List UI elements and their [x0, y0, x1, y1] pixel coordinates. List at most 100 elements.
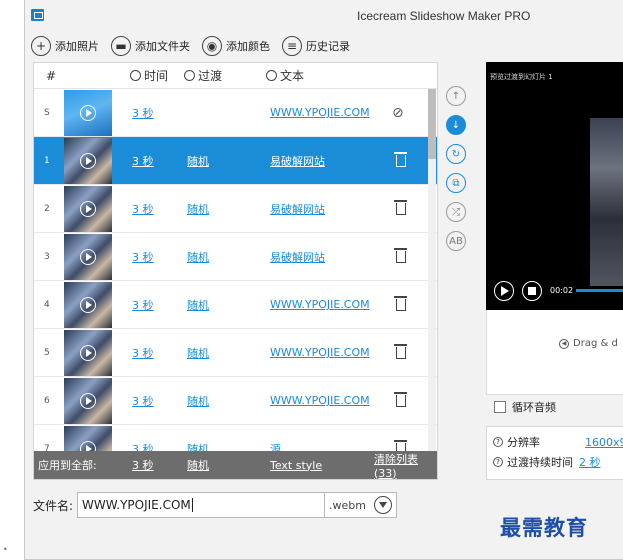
row-transition[interactable]: 随机 [187, 153, 209, 169]
crop-button[interactable]: ⧉ [446, 173, 466, 193]
apply-all-transition[interactable]: 随机 [187, 457, 209, 473]
eye-off-icon[interactable]: ⊘ [392, 105, 404, 121]
play-icon[interactable] [80, 105, 96, 121]
table-row[interactable]: 2 3 秒 随机 易破解网站 [34, 185, 437, 233]
slide-thumbnail[interactable] [64, 234, 112, 280]
row-transition[interactable]: 随机 [187, 249, 209, 265]
row-time[interactable]: 3 秒 [132, 201, 154, 217]
row-text[interactable]: WWW.YPOJIE.COM [270, 298, 370, 311]
row-num: 4 [44, 299, 50, 310]
window-title: Icecream Slideshow Maker PRO [357, 9, 531, 23]
header-time[interactable]: 时间 [130, 67, 168, 84]
text-caret [191, 498, 193, 512]
apply-all-time[interactable]: 3 秒 [132, 457, 154, 473]
clock-icon [130, 70, 141, 81]
slide-thumbnail[interactable] [64, 90, 112, 136]
table-row[interactable]: 6 3 秒 随机 WWW.YPOJIE.COM [34, 377, 437, 425]
audio-drop-zone[interactable]: ◀ Drag & d [486, 310, 623, 394]
table-row[interactable]: 3 3 秒 随机 易破解网站 [34, 233, 437, 281]
crop-icon: ⧉ [452, 177, 460, 189]
scrollbar-thumb[interactable] [428, 89, 436, 159]
filename-value: WWW.YPOJIE.COM [82, 498, 191, 512]
row-time[interactable]: 3 秒 [132, 249, 154, 265]
history-button[interactable]: ≡ 历史记录 [282, 36, 350, 56]
drop-hint-label: Drag & d [573, 338, 618, 349]
trash-icon[interactable] [394, 344, 407, 359]
row-time[interactable]: 3 秒 [132, 345, 154, 361]
row-time[interactable]: 3 秒 [132, 105, 154, 121]
play-icon[interactable] [80, 393, 96, 409]
play-icon[interactable] [80, 249, 96, 265]
shuffle-button[interactable]: ⤮ [446, 202, 466, 222]
play-icon[interactable] [80, 297, 96, 313]
slide-thumbnail[interactable] [64, 138, 112, 184]
watermark: 最需教育 [500, 515, 588, 540]
row-transition[interactable]: 随机 [187, 297, 209, 313]
loop-audio-row: 循环音频 [486, 394, 623, 418]
filename-row: 文件名: WWW.YPOJIE.COM .webm [33, 492, 398, 518]
resolution-link[interactable]: 1600x9 [585, 436, 623, 449]
trash-icon[interactable] [394, 200, 407, 215]
slide-thumbnail[interactable] [64, 282, 112, 328]
slide-thumbnail[interactable] [64, 186, 112, 232]
trash-icon[interactable] [394, 392, 407, 407]
row-time[interactable]: 3 秒 [132, 393, 154, 409]
chevron-down-icon[interactable] [374, 496, 393, 514]
move-up-button[interactable]: ↑ [446, 86, 466, 106]
play-button[interactable] [494, 281, 514, 301]
row-time[interactable]: 3 秒 [132, 153, 154, 169]
arrow-down-icon: ↓ [451, 119, 461, 131]
row-time[interactable]: 3 秒 [132, 297, 154, 313]
row-text[interactable]: 易破解网站 [270, 153, 325, 169]
side-toolbar: ↑ ↓ ↻ ⧉ ⤮ AB [446, 86, 470, 260]
row-text[interactable]: WWW.YPOJIE.COM [270, 346, 370, 359]
rotate-button[interactable]: ↻ [446, 144, 466, 164]
text-style-link[interactable]: Text style [270, 459, 322, 472]
format-select[interactable]: .webm [325, 492, 398, 518]
play-icon[interactable] [80, 345, 96, 361]
filename-input[interactable]: WWW.YPOJIE.COM [77, 492, 326, 518]
folder-icon: ▬ [111, 36, 131, 56]
table-row[interactable]: 5 3 秒 随机 WWW.YPOJIE.COM [34, 329, 437, 377]
resolution-label: 分辨率 [507, 436, 540, 449]
trash-icon[interactable] [394, 296, 407, 311]
add-photos-button[interactable]: + 添加照片 [31, 36, 99, 56]
header-text[interactable]: 文本 [266, 67, 304, 84]
row-text[interactable]: 易破解网站 [270, 201, 325, 217]
row-transition[interactable]: 随机 [187, 393, 209, 409]
player-controls: 00:02 [486, 272, 623, 310]
row-text[interactable]: 易破解网站 [270, 249, 325, 265]
apply-all-bar: 应用到全部: 3 秒 随机 Text style 清除列表 (33) [34, 451, 437, 480]
add-folder-button[interactable]: ▬ 添加文件夹 [111, 36, 190, 56]
header-transition[interactable]: 过渡 [184, 67, 222, 84]
play-icon[interactable] [80, 201, 96, 217]
slide-thumbnail[interactable] [64, 330, 112, 376]
arrow-up-icon: ↑ [451, 90, 461, 102]
slide-list: # 时间 过渡 文本 S 3 秒 WWW.YPOJIE.COM ⊘ 1 3 秒 … [33, 62, 438, 480]
help-icon[interactable]: ? [493, 437, 503, 447]
row-text[interactable]: WWW.YPOJIE.COM [270, 394, 370, 407]
list-header: # 时间 过渡 文本 [34, 63, 437, 89]
row-transition[interactable]: 随机 [187, 201, 209, 217]
play-icon[interactable] [80, 153, 96, 169]
table-row[interactable]: 1 3 秒 随机 易破解网站 [34, 137, 437, 185]
progress-bar[interactable] [576, 289, 623, 292]
stop-button[interactable] [522, 281, 542, 301]
add-color-button[interactable]: ◉ 添加颜色 [202, 36, 270, 56]
sort-ab-button[interactable]: AB [446, 231, 466, 251]
table-row[interactable]: 4 3 秒 随机 WWW.YPOJIE.COM [34, 281, 437, 329]
list-scrollbar[interactable] [428, 89, 436, 451]
trash-icon[interactable] [394, 248, 407, 263]
table-row[interactable]: S 3 秒 WWW.YPOJIE.COM ⊘ [34, 89, 437, 137]
transition-icon [184, 70, 195, 81]
loop-audio-checkbox[interactable] [494, 400, 506, 413]
help-icon[interactable]: ? [493, 457, 503, 467]
move-down-button[interactable]: ↓ [446, 115, 466, 135]
duration-link[interactable]: 2 秒 [579, 454, 601, 470]
slide-thumbnail[interactable] [64, 378, 112, 424]
list-icon: ≡ [282, 36, 302, 56]
clear-list-link[interactable]: 清除列表 (33) [374, 451, 437, 480]
row-transition[interactable]: 随机 [187, 345, 209, 361]
trash-icon[interactable] [394, 152, 407, 167]
row-text[interactable]: WWW.YPOJIE.COM [270, 106, 370, 119]
